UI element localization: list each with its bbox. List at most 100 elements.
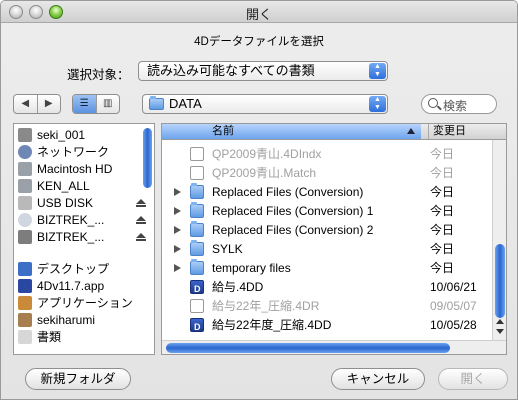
date-column-header[interactable]: 変更日	[428, 124, 506, 139]
sidebar-item-label: sekiharumi	[37, 313, 96, 327]
sidebar-item-label: アプリケーション	[37, 296, 133, 310]
file-name: QP2009青山.4DIndx	[212, 147, 322, 161]
sidebar-item-label: デスクトップ	[37, 262, 110, 276]
file-name: QP2009青山.Match	[212, 166, 317, 180]
sidebar-item[interactable]: BIZTREK_...	[18, 212, 152, 229]
folder-icon	[149, 96, 164, 110]
file-list-horizontal-scrollbar[interactable]	[162, 340, 506, 354]
sidebar-item-label: 書類	[37, 330, 62, 344]
open-button[interactable]: 開く	[438, 368, 508, 390]
search-icon	[428, 98, 438, 108]
sidebar-item[interactable]: BIZTREK_...	[18, 229, 152, 246]
folder-icon	[190, 183, 204, 199]
folder-icon	[190, 202, 204, 218]
vertical-scroll-thumb[interactable]	[495, 244, 505, 318]
desktop-icon	[18, 262, 32, 276]
file-list-vertical-scrollbar[interactable]	[492, 140, 506, 340]
disclosure-triangle-icon[interactable]	[174, 207, 181, 215]
search-placeholder: 検索	[443, 99, 468, 113]
eject-icon[interactable]	[136, 199, 146, 207]
disclosure-triangle-icon[interactable]	[174, 245, 181, 253]
home-icon	[18, 313, 32, 327]
folder-icon	[190, 221, 204, 237]
file-name: 給与22年_圧縮.4DR	[212, 299, 320, 313]
sidebar-item[interactable]: アプリケーション	[18, 295, 152, 312]
sidebar-item[interactable]: 4Dv11.7.app	[18, 278, 152, 295]
sidebar-item-label: seki_001	[37, 128, 86, 142]
popup-arrows-icon: ▲ ▼	[369, 96, 386, 112]
cancel-button[interactable]: キャンセル	[331, 368, 425, 390]
document-icon	[190, 299, 204, 313]
file-row[interactable]: Replaced Files (Conversion) 今日	[162, 182, 492, 202]
sidebar-item[interactable]: デスクトップ	[18, 261, 152, 278]
file-row[interactable]: SYLK 今日	[162, 239, 492, 259]
eject-icon[interactable]	[136, 233, 146, 241]
disclosure-triangle-icon[interactable]	[174, 226, 181, 234]
list-view-button[interactable]: ☰	[73, 95, 96, 113]
file-list: 名前 変更日 QP2009青山.4DIndx 今日 QP2009青山.Match 今日…	[161, 123, 507, 355]
new-folder-button[interactable]: 新規フォルダ	[25, 368, 131, 390]
name-column-label: 名前	[212, 125, 234, 137]
file-name: 給与22年度_圧縮.4DD	[212, 318, 332, 332]
sidebar-item-label: 4Dv11.7.app	[37, 279, 105, 293]
column-view-button[interactable]: ▥	[95, 95, 120, 113]
filter-label: 選択対象：	[67, 68, 130, 82]
document-icon	[190, 166, 204, 180]
document-icon	[190, 147, 204, 161]
network-icon	[18, 145, 32, 159]
file-row[interactable]: 給与22年度_圧縮.4DD 10/05/28	[162, 315, 492, 337]
file-date: 今日	[430, 166, 455, 180]
scroll-down-icon[interactable]	[496, 329, 504, 334]
name-column-header[interactable]: 名前	[162, 124, 421, 139]
horizontal-scroll-thumb[interactable]	[166, 343, 450, 353]
file-date: 今日	[430, 223, 455, 237]
folder-icon	[190, 240, 204, 256]
sidebar-item[interactable]: Macintosh HD	[18, 161, 152, 178]
sidebar-item[interactable]: sekiharumi	[18, 312, 152, 329]
sidebar-item[interactable]: KEN_ALL	[18, 178, 152, 195]
file-row: QP2009青山.Match 今日	[162, 163, 492, 183]
file-row[interactable]: temporary files 今日	[162, 258, 492, 278]
sidebar-item[interactable]: seki_001	[18, 127, 152, 144]
file-name: Replaced Files (Conversion)	[212, 185, 364, 199]
sidebar-item-label: Macintosh HD	[37, 162, 113, 176]
hard-disk-icon	[18, 179, 32, 193]
location-popup[interactable]: DATA ▲ ▼	[142, 94, 388, 114]
file-name: 給与.4DD	[212, 280, 264, 294]
file-date: 09/05/07	[430, 299, 477, 313]
open-dialog: 開く 4Dデータファイルを選択 選択対象： 読み込み可能なすべての書類 ▲ ▼ ◀…	[0, 0, 518, 400]
scroll-up-icon[interactable]	[496, 319, 504, 324]
hard-disk-icon	[18, 162, 32, 176]
file-date: 今日	[430, 185, 455, 199]
search-field[interactable]: 検索	[421, 94, 497, 114]
eject-icon[interactable]	[136, 216, 146, 224]
applications-icon	[18, 296, 32, 310]
forward-button[interactable]: ▶	[36, 95, 61, 113]
file-date: 10/05/28	[430, 318, 477, 332]
sidebar-item-label: ネットワーク	[37, 145, 110, 159]
sidebar-item-label: USB DISK	[37, 196, 94, 210]
disclosure-triangle-icon[interactable]	[174, 264, 181, 272]
sidebar-item[interactable]: ネットワーク	[18, 144, 152, 161]
back-button[interactable]: ◀	[14, 95, 37, 113]
file-name: temporary files	[212, 261, 291, 275]
sidebar-scrollbar[interactable]	[143, 128, 152, 188]
file-row[interactable]: 給与.4DD 10/06/21	[162, 277, 492, 299]
documents-icon	[18, 330, 32, 344]
file-date: 今日	[430, 147, 455, 161]
file-name: Replaced Files (Conversion) 2	[212, 223, 374, 237]
title-bar: 開く	[1, 1, 517, 23]
file-row[interactable]: Replaced Files (Conversion) 1 今日	[162, 201, 492, 221]
file-row[interactable]: Replaced Files (Conversion) 2 今日	[162, 220, 492, 240]
drive-icon	[18, 230, 32, 244]
sidebar-item-label: BIZTREK_...	[37, 230, 105, 244]
file-name: Replaced Files (Conversion) 1	[212, 204, 374, 218]
app-icon	[18, 279, 32, 293]
file-row: 給与22年_圧縮.4DR 09/05/07	[162, 296, 492, 316]
location-popup-value: DATA	[169, 96, 202, 111]
sidebar-item[interactable]: USB DISK	[18, 195, 152, 212]
sidebar-item[interactable]: 書類	[18, 329, 152, 346]
file-row: QP2009青山.4DIndx 今日	[162, 144, 492, 164]
filter-popup[interactable]: 読み込み可能なすべての書類 ▲ ▼	[138, 61, 388, 81]
disclosure-triangle-icon[interactable]	[174, 188, 181, 196]
